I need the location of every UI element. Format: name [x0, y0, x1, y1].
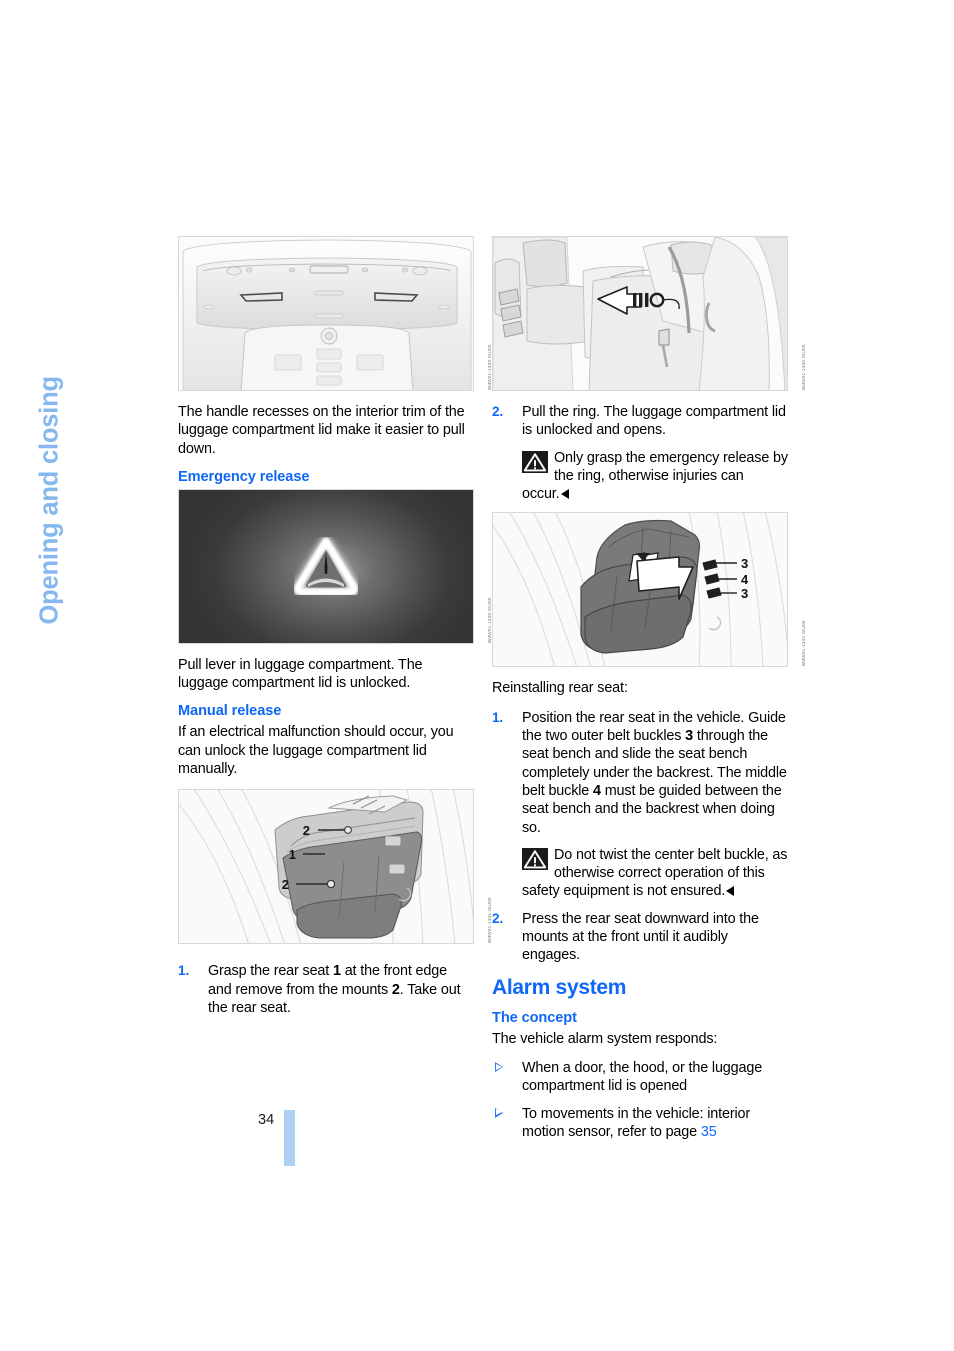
- callout-4: 4: [593, 782, 601, 799]
- page-reference-link[interactable]: 35: [701, 1124, 717, 1140]
- chapter-title-text: Opening and closing: [35, 376, 64, 625]
- heading-alarm-system: Alarm system: [492, 975, 627, 999]
- step-number: 2.: [492, 910, 504, 926]
- left-column: BMW01-1339-SIU00 The handle recesses on …: [178, 236, 492, 1026]
- step-pull-the-ring: 2. Pull the ring. The luggage compartment…: [492, 403, 788, 440]
- illustration-emergency-release-ring: [493, 237, 787, 390]
- step-press-rear-seat-down: 2. Press the rear seat downward into the …: [492, 910, 788, 965]
- bullet-interior-motion-sensor: To movements in the vehicle: interior mo…: [492, 1105, 788, 1142]
- figure-image-frame: [178, 488, 474, 644]
- warning-tail-text: safety equipment is not ensured.: [522, 883, 726, 900]
- heading-the-concept: The concept: [492, 1009, 577, 1026]
- callout-1: 1: [332, 963, 341, 980]
- bullet-text: When a door, the hood, or the luggage co…: [522, 1059, 763, 1095]
- step-text-a: Grasp the rear seat: [208, 963, 333, 980]
- step-grasp-rear-seat: 1. Grasp the rear seat 1 at the front edg…: [178, 962, 474, 1017]
- figure-pull-ring: BMW01-1340-SIU00: [492, 236, 806, 391]
- reinstall-intro: Reinstalling rear seat:: [492, 680, 628, 697]
- step-number: 2.: [492, 404, 504, 419]
- illustration-luggage-lid-trim: [179, 237, 473, 390]
- bullet-door-hood-lid-opened: When a door, the hood, or the luggage co…: [492, 1059, 788, 1096]
- svg-text:3: 3: [741, 556, 748, 571]
- callout-3: 3: [685, 728, 693, 745]
- heading-emergency-release: Emergency release: [178, 468, 310, 485]
- figure-reference-code: BMW01-1340-SIU00: [801, 344, 806, 390]
- figure-manual-release-seat: 2 1 2 BMW01-1341-SIU00: [178, 789, 492, 945]
- step-text: Pull the ring. The luggage compartment l…: [522, 404, 786, 439]
- illustration-rear-seat-belt-buckles: 3 4 3: [493, 513, 787, 667]
- figure-reference-code: BMW01-1342-SIU00: [801, 620, 806, 667]
- manual-page: Opening and closing BMW01-1339-SIU00 The…: [0, 0, 954, 1351]
- intro-paragraph: The handle recesses on the interior trim…: [178, 404, 465, 457]
- step-text: Press the rear seat downward into the mo…: [522, 910, 759, 964]
- triangle-bullet-icon: [495, 1107, 503, 1118]
- manual-release-paragraph: If an electrical malfunction should occu…: [178, 724, 454, 778]
- callout-2: 2: [391, 981, 400, 998]
- svg-text:1: 1: [289, 847, 296, 862]
- figure-image-frame: [178, 236, 474, 391]
- warning-triangle-icon: [522, 847, 548, 870]
- step-number: 1.: [492, 709, 504, 725]
- figure-image-frame: [492, 236, 788, 391]
- figure-emergency-release-photo: BMW01-1338-SIU00: [178, 488, 492, 644]
- figure-trim-handle-recesses: BMW01-1339-SIU00: [178, 236, 492, 391]
- concept-paragraph: The vehicle alarm system responds:: [492, 1030, 718, 1047]
- heading-manual-release: Manual release: [178, 703, 282, 720]
- end-of-warning-marker: [726, 886, 735, 897]
- end-of-warning-marker: [560, 489, 569, 500]
- warning-text: Only grasp the emergency release by the …: [554, 449, 788, 484]
- warning-text: Do not twist the center belt buckle, as …: [554, 846, 788, 882]
- svg-text:4: 4: [741, 572, 749, 587]
- step-position-rear-seat: 1. Position the rear seat in the vehicle.…: [492, 709, 788, 837]
- triangle-bullet-icon: [495, 1061, 503, 1072]
- figure-image-frame: 3 4 3: [492, 512, 788, 668]
- svg-text:2: 2: [282, 877, 289, 892]
- figure-reinstall-seat: 3 4 3 BMW01-1342-SIU00: [492, 512, 806, 668]
- right-column: BMW01-1340-SIU00 2. Pull the ring. The lu…: [492, 236, 806, 1150]
- glow-in-dark-handle-icon: [294, 537, 358, 596]
- svg-text:3: 3: [741, 586, 748, 601]
- warning-emergency-release: Only grasp the emergency release by the …: [492, 449, 788, 504]
- page-edge-marker: [284, 1110, 295, 1166]
- figure-image-frame: 2 1 2: [178, 789, 474, 945]
- page-number: 34: [258, 1112, 275, 1128]
- warning-triangle-icon: [522, 450, 548, 473]
- emergency-release-paragraph: Pull lever in luggage compartment. The l…: [178, 656, 423, 692]
- illustration-rear-seat-mounts: 2 1 2: [179, 790, 473, 944]
- warning-tail-text: occur.: [522, 486, 560, 503]
- step-number: 1.: [178, 963, 190, 979]
- svg-text:2: 2: [303, 823, 310, 838]
- warning-center-belt-buckle: Do not twist the center belt buckle, as …: [492, 846, 788, 901]
- chapter-title: Opening and closing: [0, 220, 64, 640]
